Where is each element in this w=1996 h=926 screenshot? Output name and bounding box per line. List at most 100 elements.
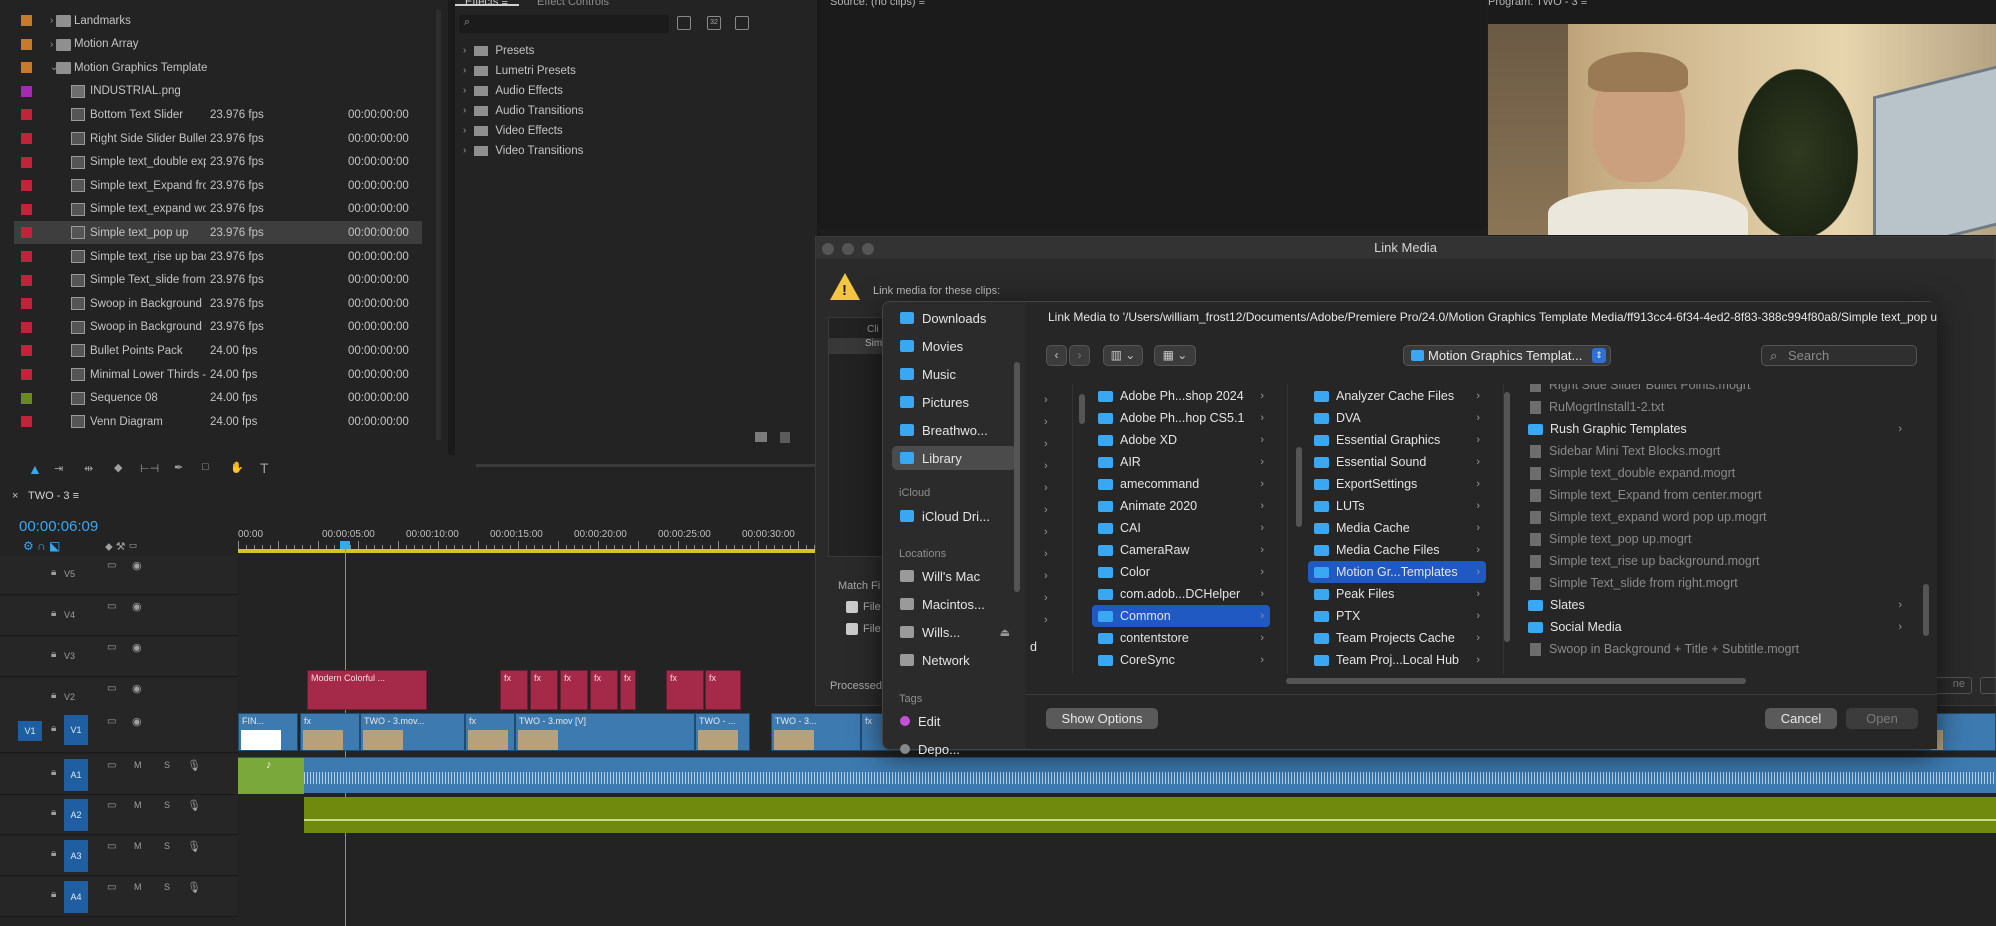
column-scrollbar[interactable] (1296, 447, 1302, 527)
project-row[interactable]: Simple text_rise up bac 23.976 fps 00:00:0… (14, 245, 422, 268)
film-icon[interactable]: ▭ (107, 683, 116, 694)
audio-clip-a1[interactable]: ♪ (238, 757, 1996, 794)
chevron-right-icon[interactable]: › (1044, 482, 1048, 494)
clip-row[interactable]: Sim (829, 338, 887, 354)
solo-button[interactable]: S (164, 760, 170, 770)
chevron-right-icon[interactable]: › (1044, 592, 1048, 604)
close-icon[interactable]: × (12, 490, 18, 502)
chevron-right-icon[interactable]: › (50, 15, 53, 26)
label-color-swatch[interactable] (21, 369, 32, 380)
32bit-icon[interactable]: 32 (707, 16, 721, 30)
lock-icon[interactable]: 🔒︎ (51, 889, 56, 900)
zoom-window-button[interactable] (862, 243, 874, 255)
project-row[interactable]: › Landmarks (14, 9, 422, 32)
sidebar-scrollbar[interactable] (1014, 362, 1020, 592)
eye-icon[interactable]: ◉ (132, 682, 142, 695)
lock-icon[interactable]: 🔒︎ (51, 567, 56, 578)
eye-icon[interactable]: ◉ (132, 715, 142, 728)
file-item[interactable]: Right Side Slider Bullet Points.mogrt (1522, 384, 1926, 396)
chevron-right-icon[interactable]: › (463, 65, 466, 76)
label-color-swatch[interactable] (21, 203, 32, 215)
solo-button[interactable]: S (164, 882, 170, 892)
column-item[interactable]: Team Proj...Local Hub › (1308, 649, 1486, 671)
film-icon[interactable]: ▭ (107, 560, 116, 571)
label-color-swatch[interactable] (21, 274, 32, 286)
microphone-icon[interactable]: 🎙︎ (187, 759, 201, 772)
project-scrollbar[interactable] (436, 10, 441, 440)
eject-icon[interactable]: ⏏ (1000, 626, 1010, 639)
eye-icon[interactable]: ◉ (132, 559, 142, 572)
project-row[interactable]: ⌄ Motion Graphics Template (14, 56, 422, 79)
eye-icon[interactable]: ◉ (132, 600, 142, 613)
effects-folder-item[interactable]: › Presets (463, 41, 534, 60)
razor-icon[interactable]: ◆ (114, 461, 122, 474)
forward-button[interactable]: › (1069, 345, 1090, 366)
video-clip[interactable]: TWO - 3... (771, 713, 861, 751)
mute-button[interactable]: M (134, 882, 142, 892)
track-output-icon[interactable]: ▭ (107, 800, 116, 811)
trash-icon[interactable] (780, 432, 790, 443)
chevron-right-icon[interactable]: › (1044, 460, 1048, 472)
music-clip[interactable]: ♪ (238, 758, 304, 794)
tab-sequence[interactable]: TWO - 3 ≡ (28, 490, 79, 502)
column-item[interactable]: DVA › (1308, 407, 1486, 429)
column-item[interactable]: Common › (1092, 605, 1270, 627)
film-icon[interactable]: ▭ (107, 642, 116, 653)
accelerated-effects-icon[interactable] (677, 16, 691, 30)
graphic-clip[interactable]: fx (530, 670, 558, 710)
sidebar-item[interactable]: Downloads (892, 306, 1016, 330)
rectangle-icon[interactable]: □ (202, 461, 209, 473)
label-color-swatch[interactable] (21, 345, 32, 357)
file-item[interactable]: Sidebar Mini Text Blocks.mogrt (1522, 440, 1926, 462)
film-icon[interactable]: ▭ (107, 716, 116, 727)
graphic-clip[interactable]: Modern Colorful ... (307, 670, 427, 710)
chevron-right-icon[interactable]: › (1044, 548, 1048, 560)
sidebar-item[interactable]: Music (892, 362, 1016, 386)
column-item[interactable]: Analyzer Cache Files › (1308, 385, 1486, 407)
chevron-right-icon[interactable]: › (463, 125, 466, 136)
file-item[interactable]: Simple text_pop up.mogrt (1522, 528, 1926, 550)
project-row[interactable]: Right Side Slider Bullet 23.976 fps 00:00:… (14, 127, 422, 150)
graphic-clip[interactable]: fx (705, 670, 741, 710)
label-color-swatch[interactable] (21, 416, 32, 428)
pen-icon[interactable]: ✒ (174, 461, 183, 474)
column-item[interactable]: contentstore › (1092, 627, 1270, 649)
chevron-right-icon[interactable]: › (463, 105, 466, 116)
horizontal-scrollbar[interactable] (1286, 678, 1746, 684)
file-item[interactable]: Simple text_Expand from center.mogrt (1522, 484, 1926, 506)
video-clip[interactable]: TWO - 3.mov [V] (515, 713, 695, 751)
video-clip[interactable]: FIN... (238, 713, 298, 751)
graphic-clip[interactable]: fx (560, 670, 588, 710)
file-item[interactable]: Simple Text_slide from right.mogrt (1522, 572, 1926, 594)
back-button[interactable]: ‹ (1046, 345, 1067, 366)
dialog-button-2[interactable] (1980, 677, 1996, 694)
timeline-timecode[interactable]: 00:00:06:09 (19, 518, 98, 535)
lock-icon[interactable]: 🔒︎ (51, 649, 56, 660)
sidebar-item[interactable]: Breathwo... (892, 418, 1016, 442)
effects-folder-item[interactable]: › Video Transitions (463, 141, 583, 160)
column-item[interactable]: AIR › (1092, 451, 1270, 473)
chevron-right-icon[interactable]: › (1044, 570, 1048, 582)
sidebar-item[interactable]: Wills... ⏏ (892, 620, 1016, 644)
project-row[interactable]: Simple text_double exp 23.976 fps 00:00:00… (14, 151, 422, 174)
project-row[interactable]: Simple text_Expand fro 23.976 fps 00:00:00… (14, 174, 422, 197)
effects-search-input[interactable]: ⌕ (459, 15, 669, 33)
eye-icon[interactable]: ◉ (132, 641, 142, 654)
yuv-icon[interactable] (735, 16, 749, 30)
project-row[interactable]: Simple text_expand wor 23.976 fps 00:00:00… (14, 198, 422, 221)
type-tool-icon[interactable]: T (260, 460, 269, 476)
hand-icon[interactable]: ✋ (230, 461, 244, 474)
sidebar-item[interactable]: Depo... (892, 737, 1016, 761)
effects-folder-item[interactable]: › Audio Effects (463, 81, 563, 100)
microphone-icon[interactable]: 🎙︎ (187, 881, 201, 894)
column-item[interactable]: LUTs › (1308, 495, 1486, 517)
sidebar-item[interactable]: Edit (892, 709, 1016, 733)
microphone-icon[interactable]: 🎙︎ (187, 799, 201, 812)
column-item[interactable]: Adobe XD › (1092, 429, 1270, 451)
audio-clip-a2[interactable] (304, 797, 1996, 833)
mute-button[interactable]: M (134, 800, 142, 810)
sidebar-item[interactable]: Movies (892, 334, 1016, 358)
project-row[interactable]: Sequence 08 24.00 fps 00:00:00:00 (14, 387, 422, 410)
mute-button[interactable]: M (134, 841, 142, 851)
group-view-button[interactable]: ▦ ⌄ (1154, 345, 1196, 366)
